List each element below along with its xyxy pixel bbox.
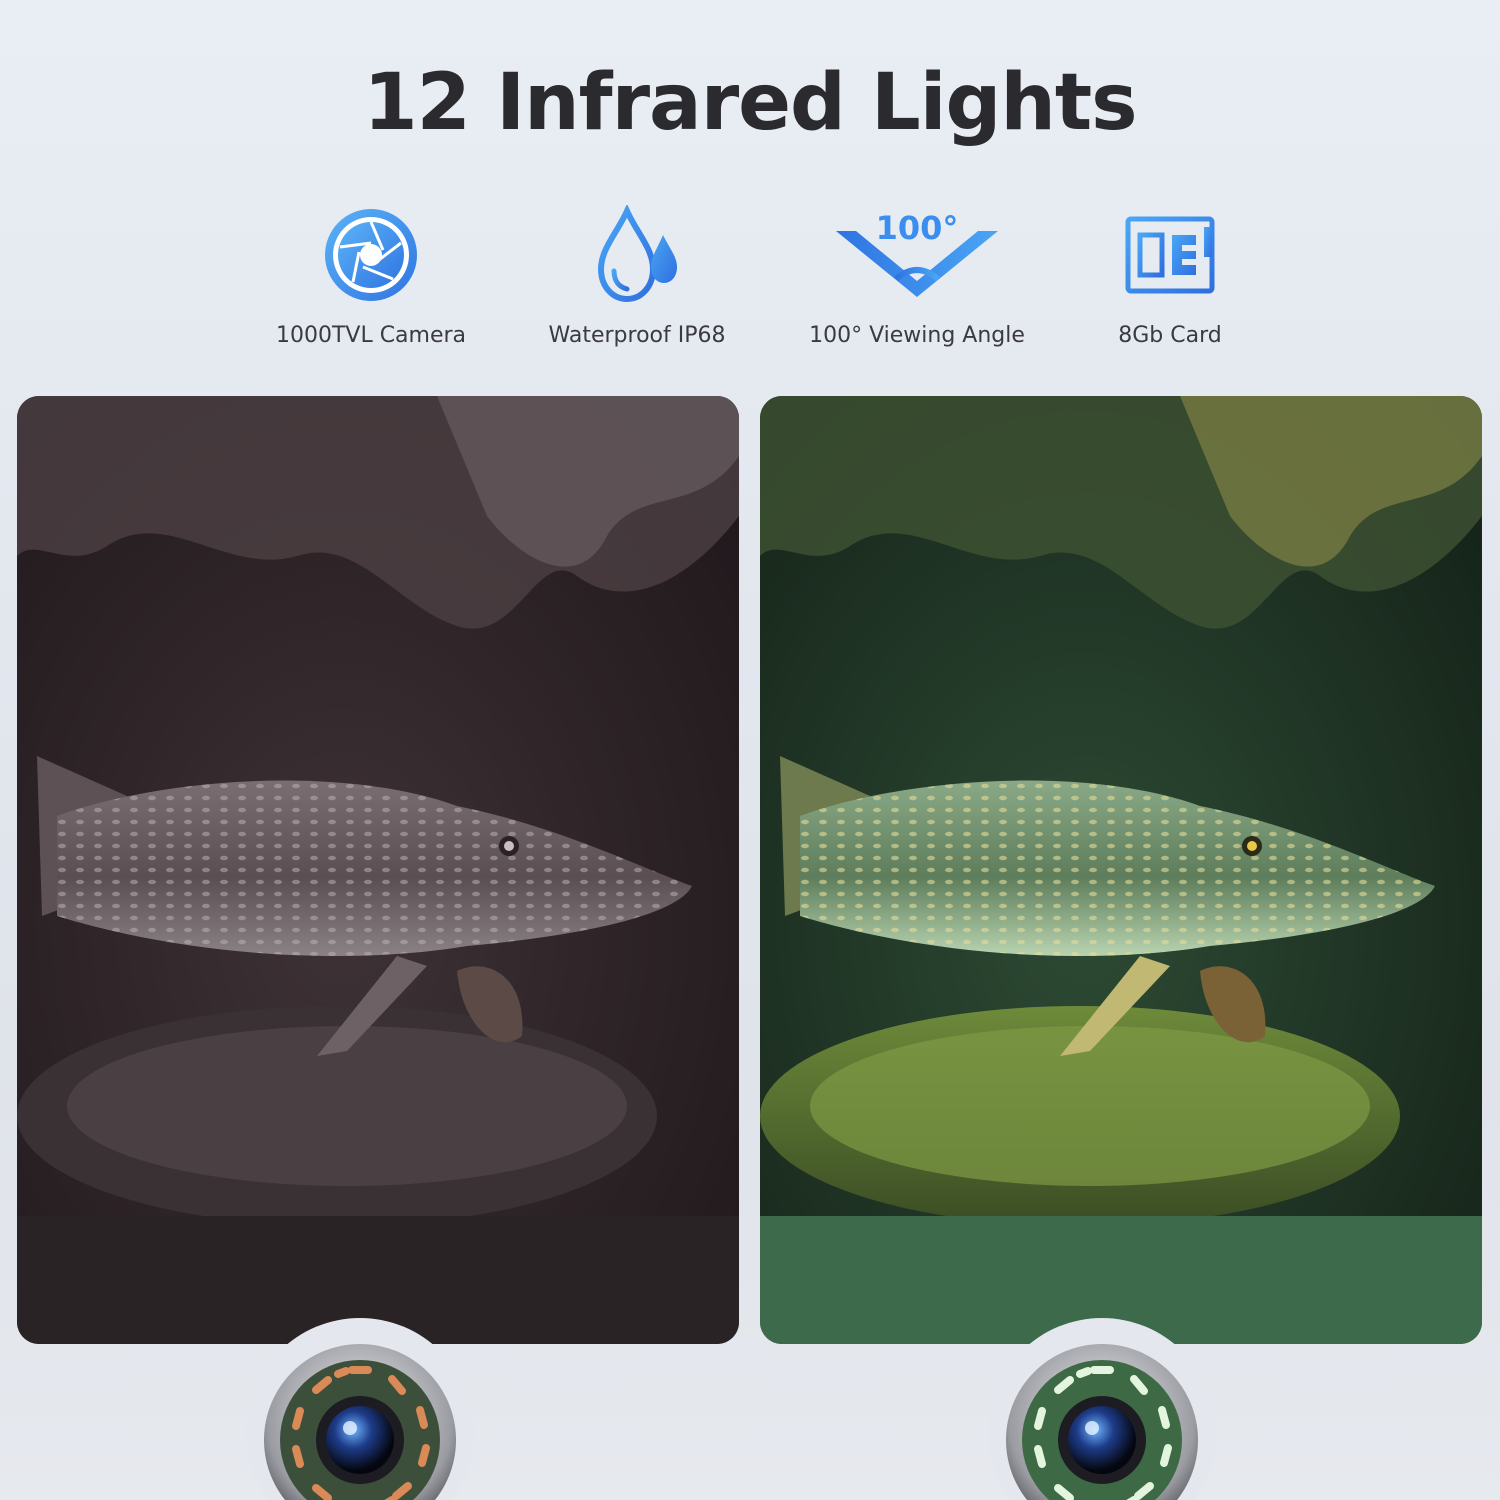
lens-overlay — [246, 1318, 1216, 1500]
